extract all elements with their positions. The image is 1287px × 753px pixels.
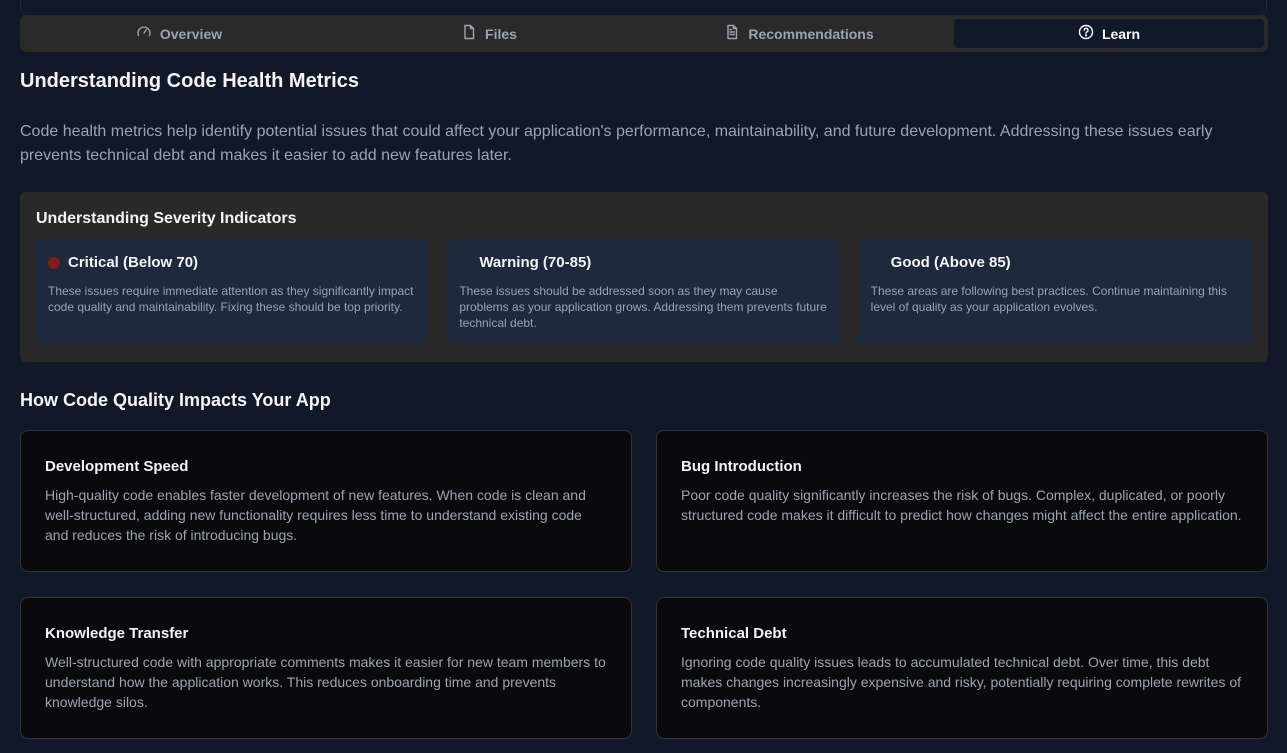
tab-label: Files <box>485 25 517 42</box>
impact-card-body: Ignoring code quality issues leads to ac… <box>681 654 1242 710</box>
page: Overview Files Recommendations Learn Und… <box>0 0 1287 753</box>
gauge-icon <box>136 24 152 43</box>
severity-description: These areas are following best practices… <box>870 284 1227 314</box>
severity-card-critical: Critical (Below 70) These issues require… <box>36 239 430 344</box>
severity-title: Understanding Severity Indicators <box>36 210 297 227</box>
tab-label: Learn <box>1101 25 1141 42</box>
impact-card-body: Poor code quality significantly increase… <box>681 487 1242 523</box>
severity-description: These issues require immediate attention… <box>48 284 414 314</box>
impact-card-title: Knowledge Transfer <box>45 625 189 642</box>
impact-card-technical-debt: Technical Debt Ignoring code quality iss… <box>656 597 1268 739</box>
tab-bar: Overview Files Recommendations Learn <box>20 15 1268 52</box>
severity-card-good: Good (Above 85) These areas are followin… <box>858 239 1252 344</box>
file-icon <box>461 24 477 43</box>
impact-grid: Development Speed High-quality code enab… <box>20 430 1268 739</box>
impact-card-body: Well-structured code with appropriate co… <box>45 654 606 710</box>
severity-list: Critical (Below 70) These issues require… <box>36 239 1252 344</box>
severity-card-warning: Warning (70-85) These issues should be a… <box>447 239 841 344</box>
intro-text: Code health metrics help identify potent… <box>20 123 1213 164</box>
severity-heading: Critical (Below 70) <box>48 254 417 271</box>
good-indicator-dot <box>870 256 883 269</box>
severity-panel: Understanding Severity Indicators Critic… <box>20 192 1268 362</box>
tab-files[interactable]: Files <box>334 19 644 48</box>
severity-label: Warning (70-85) <box>479 254 592 271</box>
severity-description: These issues should be addressed soon as… <box>459 284 827 330</box>
severity-label: Good (Above 85) <box>890 254 1011 271</box>
tab-recommendations[interactable]: Recommendations <box>644 19 954 48</box>
impact-card-title: Bug Introduction <box>681 458 802 475</box>
tab-label: Overview <box>159 25 223 42</box>
document-text-icon <box>724 24 740 43</box>
tab-label: Recommendations <box>748 25 874 42</box>
severity-heading: Warning (70-85) <box>459 254 828 271</box>
page-title: Understanding Code Health Metrics <box>20 70 359 92</box>
impact-card-bug-introduction: Bug Introduction Poor code quality signi… <box>656 430 1268 572</box>
severity-label: Critical (Below 70) <box>68 254 199 271</box>
severity-heading: Good (Above 85) <box>870 254 1240 271</box>
impact-card-body: High-quality code enables faster develop… <box>45 487 586 543</box>
impact-card-knowledge-transfer: Knowledge Transfer Well-structured code … <box>20 597 632 739</box>
critical-indicator-dot <box>48 256 60 269</box>
impact-section-title: How Code Quality Impacts Your App <box>20 390 331 410</box>
impact-card-title: Technical Debt <box>681 625 787 642</box>
tab-overview[interactable]: Overview <box>24 19 334 48</box>
impact-card-development-speed: Development Speed High-quality code enab… <box>20 430 632 572</box>
warning-indicator-dot <box>459 256 472 269</box>
impact-card-title: Development Speed <box>45 458 189 475</box>
help-circle-icon <box>1078 24 1094 43</box>
previous-card-edge <box>20 0 1267 16</box>
tab-learn[interactable]: Learn <box>954 19 1264 48</box>
